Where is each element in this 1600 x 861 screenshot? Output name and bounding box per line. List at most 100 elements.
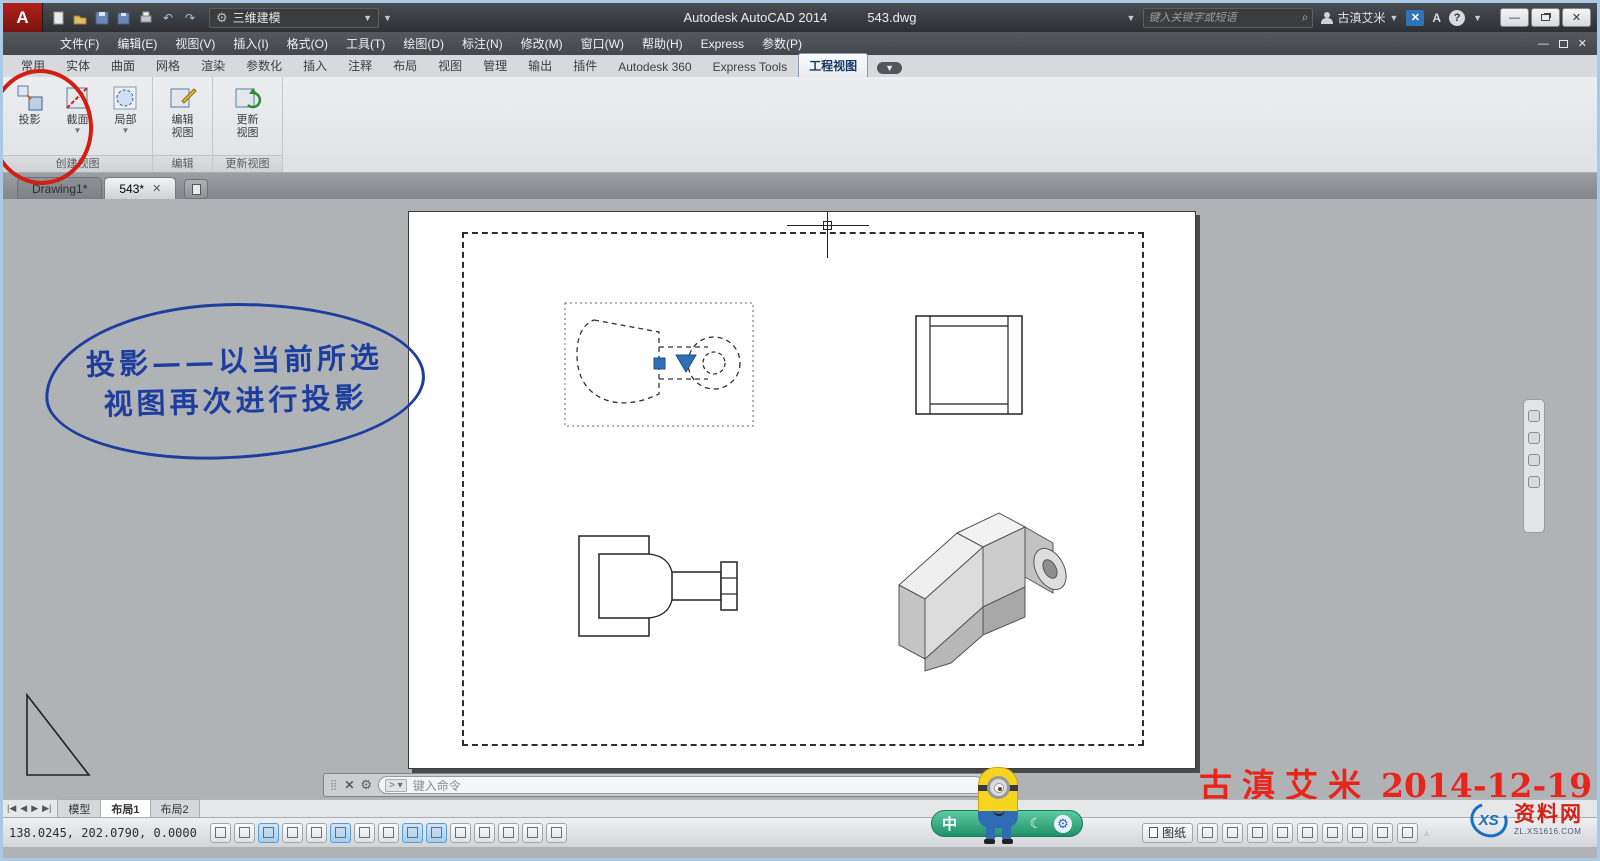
next-tab-icon[interactable]: ▶ bbox=[31, 803, 38, 814]
clean-screen-icon[interactable] bbox=[1397, 823, 1418, 843]
update-view-button[interactable]: 更新 视图 bbox=[225, 81, 271, 141]
dynamic-ucs-toggle[interactable] bbox=[402, 823, 423, 843]
ribbon-tab-engineering-views[interactable]: 工程视图 bbox=[798, 53, 868, 77]
menu-view[interactable]: 视图(V) bbox=[166, 32, 224, 55]
file-tab-drawing1[interactable]: Drawing1* bbox=[17, 177, 102, 199]
status-bar-menu-icon[interactable]: ▲ bbox=[1422, 828, 1431, 838]
customize-icon[interactable]: ⚙ bbox=[360, 777, 372, 793]
autocad-app-menu-button[interactable]: A bbox=[3, 3, 43, 32]
prev-tab-icon[interactable]: ◀ bbox=[20, 803, 27, 814]
new-file-icon[interactable] bbox=[49, 9, 67, 27]
panel-label-update-view[interactable]: 更新视图 bbox=[213, 155, 282, 172]
ribbon-tab-manage[interactable]: 管理 bbox=[473, 54, 517, 77]
close-button[interactable]: ✕ bbox=[1562, 8, 1591, 27]
edit-view-button[interactable]: 编辑 视图 bbox=[160, 81, 206, 141]
search-icon[interactable]: ⌕ bbox=[1302, 10, 1309, 25]
last-tab-icon[interactable]: ▶| bbox=[42, 803, 51, 814]
annotation-visibility-icon[interactable] bbox=[1272, 823, 1293, 843]
ribbon-tab-annotate[interactable]: 注释 bbox=[338, 54, 382, 77]
ribbon-tab-surface[interactable]: 曲面 bbox=[101, 54, 145, 77]
full-navigation-wheel-icon[interactable] bbox=[1528, 410, 1540, 422]
drag-handle-icon[interactable]: ⣿ bbox=[330, 780, 338, 791]
redo-icon[interactable]: ↷ bbox=[181, 9, 199, 27]
plot-icon[interactable] bbox=[137, 9, 155, 27]
front-view-drawing[interactable] bbox=[571, 530, 751, 642]
quick-view-drawings-icon[interactable] bbox=[1222, 823, 1243, 843]
close-command-line-icon[interactable]: ✕ bbox=[344, 778, 354, 792]
menu-format[interactable]: 格式(O) bbox=[278, 32, 337, 55]
open-file-icon[interactable] bbox=[71, 9, 89, 27]
ribbon-tab-layout[interactable]: 布局 bbox=[383, 54, 427, 77]
undo-icon[interactable]: ↶ bbox=[159, 9, 177, 27]
menu-file[interactable]: 文件(F) bbox=[51, 32, 108, 55]
menu-tools[interactable]: 工具(T) bbox=[337, 32, 394, 55]
orbit-icon[interactable] bbox=[1528, 476, 1540, 488]
menu-help[interactable]: 帮助(H) bbox=[633, 32, 692, 55]
ribbon-tab-view[interactable]: 视图 bbox=[428, 54, 472, 77]
menu-express[interactable]: Express bbox=[692, 32, 753, 55]
save-as-icon[interactable] bbox=[115, 9, 133, 27]
quick-properties-toggle[interactable] bbox=[498, 823, 519, 843]
search-input[interactable] bbox=[1148, 12, 1301, 24]
ribbon-tab-output[interactable]: 输出 bbox=[518, 54, 562, 77]
drawing-canvas[interactable]: 投影——以当前所选 视图再次进行投影 古滇艾米2014-12-19 bbox=[3, 199, 1597, 799]
snap-mode-toggle[interactable] bbox=[234, 823, 255, 843]
ribbon-tab-plugins[interactable]: 插件 bbox=[563, 54, 607, 77]
3d-object-snap-toggle[interactable] bbox=[354, 823, 375, 843]
tab-model[interactable]: 模型 bbox=[57, 799, 101, 818]
restore-button[interactable] bbox=[1531, 8, 1560, 27]
ribbon-tab-parametric[interactable]: 参数化 bbox=[236, 54, 292, 77]
tab-layout2[interactable]: 布局2 bbox=[150, 799, 200, 818]
selection-cycling-toggle[interactable] bbox=[522, 823, 543, 843]
menu-parametric[interactable]: 参数(P) bbox=[753, 32, 811, 55]
polar-tracking-toggle[interactable] bbox=[306, 823, 327, 843]
lineweight-toggle[interactable] bbox=[450, 823, 471, 843]
grid-display-toggle[interactable] bbox=[258, 823, 279, 843]
dynamic-input-toggle[interactable] bbox=[426, 823, 447, 843]
menu-insert[interactable]: 插入(I) bbox=[224, 32, 277, 55]
workspace-switch-icon[interactable] bbox=[1322, 823, 1343, 843]
search-options-icon[interactable]: ▼ bbox=[1127, 13, 1136, 23]
pan-icon[interactable] bbox=[1528, 432, 1540, 444]
command-line-bar[interactable]: ⣿ ✕ ⚙ > ▾ 键入命令 bbox=[323, 773, 991, 797]
menu-draw[interactable]: 绘图(D) bbox=[394, 32, 453, 55]
panel-label-edit[interactable]: 编辑 bbox=[153, 155, 212, 172]
ribbon-tab-insert[interactable]: 插入 bbox=[293, 54, 337, 77]
quick-view-layouts-icon[interactable] bbox=[1197, 823, 1218, 843]
ortho-mode-toggle[interactable] bbox=[282, 823, 303, 843]
ribbon-tab-render[interactable]: 渲染 bbox=[191, 54, 235, 77]
ribbon-tab-home[interactable]: 常用 bbox=[11, 54, 55, 77]
annotation-scale-icon[interactable] bbox=[1247, 823, 1268, 843]
help-icon[interactable]: ? bbox=[1449, 10, 1465, 26]
menu-window[interactable]: 窗口(W) bbox=[572, 32, 633, 55]
file-tab-543[interactable]: 543* ✕ bbox=[104, 177, 176, 199]
ribbon-minimize-icon[interactable]: ▼ bbox=[877, 62, 902, 74]
ribbon-tab-autodesk360[interactable]: Autodesk 360 bbox=[608, 57, 701, 77]
projection-button[interactable]: 投影 bbox=[7, 81, 53, 128]
transparency-toggle[interactable] bbox=[474, 823, 495, 843]
annotation-monitor-toggle[interactable] bbox=[546, 823, 567, 843]
recent-commands-icon[interactable]: > ▾ bbox=[385, 779, 407, 792]
object-snap-toggle[interactable] bbox=[330, 823, 351, 843]
ribbon-tab-express-tools[interactable]: Express Tools bbox=[703, 57, 797, 77]
ime-language-indicator[interactable]: 中 bbox=[942, 813, 957, 834]
detail-button[interactable]: 局部 ▼ bbox=[103, 81, 149, 137]
menu-edit[interactable]: 编辑(E) bbox=[108, 32, 166, 55]
doc-close-icon[interactable]: ✕ bbox=[1578, 37, 1587, 50]
paper-model-toggle[interactable]: 图纸 bbox=[1142, 823, 1193, 843]
minimize-button[interactable]: — bbox=[1500, 8, 1529, 27]
ribbon-tab-solid[interactable]: 实体 bbox=[56, 54, 100, 77]
infer-constraints-toggle[interactable] bbox=[210, 823, 231, 843]
section-button[interactable]: 截面 ▼ bbox=[55, 81, 101, 137]
selected-projected-view-drawing[interactable] bbox=[564, 302, 754, 427]
side-view-drawing[interactable] bbox=[914, 314, 1024, 416]
save-icon[interactable] bbox=[93, 9, 111, 27]
ime-settings-gear-icon[interactable]: ⚙ bbox=[1054, 815, 1072, 833]
menu-modify[interactable]: 修改(M) bbox=[512, 32, 572, 55]
close-tab-icon[interactable]: ✕ bbox=[152, 182, 161, 195]
isolate-objects-icon[interactable] bbox=[1372, 823, 1393, 843]
new-drawing-tab-button[interactable] bbox=[184, 179, 208, 199]
sign-in-control[interactable]: 古滇艾米 ▼ bbox=[1321, 9, 1398, 26]
menu-dimension[interactable]: 标注(N) bbox=[453, 32, 512, 55]
exchange-apps-icon[interactable]: ✕ bbox=[1406, 10, 1424, 26]
